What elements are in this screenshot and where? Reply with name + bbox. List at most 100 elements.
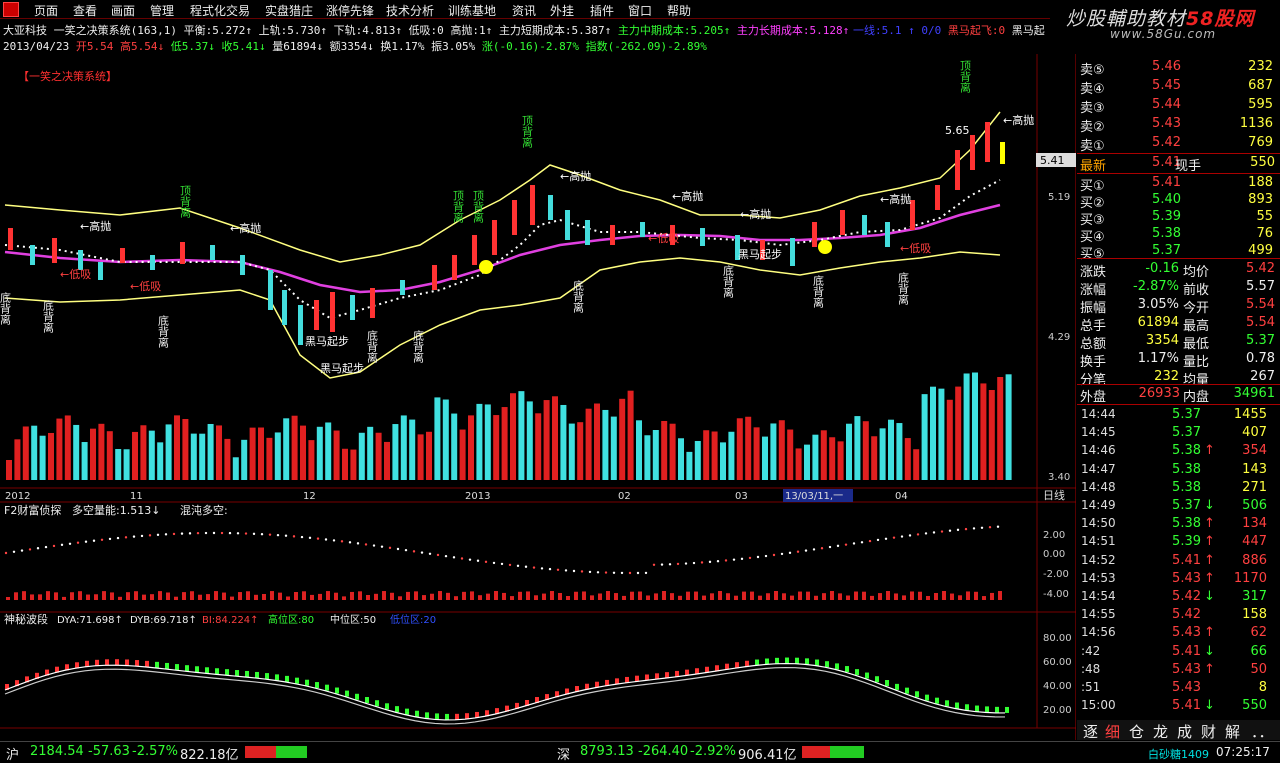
tab-more[interactable]: ．．	[1251, 721, 1274, 742]
volume-bar	[921, 394, 928, 480]
kline-chart[interactable]: 【一笑之决策系统】 5.19 4.29 3.40 5.41 5.65 ←高抛 ←…	[0, 0, 1076, 740]
p2-bar	[550, 591, 554, 600]
p3-step	[365, 697, 369, 704]
volume-bar	[384, 441, 390, 480]
volume-bar	[686, 451, 693, 480]
tick-arrow: ↓	[1204, 643, 1215, 659]
volume-bar	[459, 429, 466, 480]
tick-row: :51 5.43 8	[1077, 679, 1280, 698]
volume-bar	[291, 415, 298, 480]
p2-bar	[942, 591, 946, 600]
p3-step	[185, 665, 189, 672]
p2-dot	[236, 532, 240, 535]
p2-bar	[518, 591, 522, 600]
p2-bar	[494, 591, 498, 600]
p2-dot	[332, 539, 336, 542]
volume-bar	[955, 386, 962, 480]
p2-dot	[372, 544, 376, 547]
p2-dot	[876, 538, 880, 542]
volume-bar	[988, 390, 995, 480]
p3-step	[965, 704, 969, 711]
volume-bar	[325, 422, 332, 480]
waipan-label: 外盘	[1080, 390, 1107, 405]
volume-bar	[123, 449, 130, 480]
p2-dot	[476, 559, 480, 562]
volume-bar	[39, 435, 46, 480]
volume-bar	[770, 423, 777, 480]
volume-bar	[165, 424, 172, 480]
volume-bar	[106, 431, 113, 480]
stat-val2: 0.78	[1246, 351, 1275, 366]
p2-bar	[590, 595, 594, 600]
p2-dot	[956, 528, 960, 532]
p2-bar	[766, 593, 770, 600]
annot-dibeili-1: 底背离	[0, 291, 12, 326]
volume-bar	[300, 425, 306, 480]
waipan-row: 外盘 26933 内盘 34961	[1077, 385, 1280, 405]
p2-bar	[358, 591, 362, 600]
tab-cai[interactable]: 财	[1201, 721, 1216, 742]
p2-bar	[822, 593, 826, 600]
tab-cang[interactable]: 仓	[1129, 721, 1144, 742]
annot-dixi-4: ←低吸	[648, 232, 679, 245]
p3-step	[425, 712, 429, 719]
p2-dot	[556, 568, 560, 572]
p3-step	[215, 668, 219, 675]
p2-bar	[6, 597, 10, 600]
date-tick-6: 13/03/11,一	[785, 491, 843, 502]
tick-time: 14:46	[1081, 443, 1116, 458]
volume-bar	[510, 393, 516, 480]
p2-dot	[804, 549, 808, 552]
p2-dot	[548, 567, 552, 571]
volume-bar	[400, 415, 407, 480]
annot-gaopao-6: ←高抛	[740, 207, 771, 221]
panel2-title[interactable]: F2财富侦探	[4, 503, 61, 517]
volume-bar	[174, 415, 180, 480]
sz-amount: 906.41亿	[738, 748, 797, 763]
tick-vol: 1170	[1233, 570, 1267, 586]
volume-bar	[468, 415, 474, 480]
volume-bar	[358, 432, 365, 480]
p2-bar	[782, 593, 786, 600]
date-tick-3: 2013	[465, 491, 490, 502]
tab-jie[interactable]: 解	[1225, 721, 1240, 742]
tab-cheng[interactable]: 成	[1177, 721, 1192, 742]
tick-price: 5.43	[1172, 570, 1201, 586]
annot-heima-1: 黑马起步	[305, 335, 349, 348]
latest-row: 最新 5.41 现手 550	[1077, 154, 1280, 174]
tick-time: :48	[1081, 661, 1101, 676]
date-tick-4: 02	[618, 491, 631, 502]
panel3-title[interactable]: 神秘波段	[4, 612, 48, 626]
annot-dixi-1: ←低吸	[60, 268, 91, 281]
sz-label[interactable]: 深	[557, 744, 570, 763]
tick-price: 5.37	[1172, 498, 1201, 513]
tick-row: 14:47 5.38 143	[1077, 461, 1280, 480]
sz-percent: -2.92%	[690, 744, 736, 759]
annot-dibeili-9: 底背离	[897, 271, 910, 306]
p2-dot	[500, 562, 504, 566]
p2-bar	[694, 591, 698, 600]
p3-step	[885, 680, 889, 687]
date-tick-2: 12	[303, 491, 316, 502]
p2-bar	[542, 593, 546, 600]
annot-gaopao-3: ←高抛	[672, 189, 703, 203]
volume-bar	[199, 433, 206, 480]
p2-bar	[678, 595, 682, 600]
p2-bar	[878, 593, 882, 600]
p2-dot	[252, 532, 256, 536]
p2-bar	[718, 591, 722, 600]
sh-label[interactable]: 沪	[6, 744, 19, 763]
tab-long[interactable]: 龙	[1153, 721, 1168, 742]
quote-panel: 卖⑤ 5.46 232 卖④ 5.45 687 卖③ 5.44 595 卖② 5.43 1136 卖① 5…	[1077, 58, 1280, 720]
p2-bar	[166, 592, 170, 600]
p2-dot	[212, 531, 216, 535]
annot-dixi-3: ←低吸	[900, 242, 931, 255]
period-tab[interactable]: 日线	[1043, 488, 1065, 502]
volume-bar	[804, 444, 810, 480]
p2-bar	[318, 593, 322, 600]
tab-zhu[interactable]: 逐	[1083, 721, 1098, 742]
tick-arrow: ↑	[1204, 661, 1215, 677]
tab-xi[interactable]: 细	[1105, 721, 1120, 742]
p2-tick-3: -4.00	[1043, 589, 1069, 600]
p2-bar	[62, 596, 66, 600]
